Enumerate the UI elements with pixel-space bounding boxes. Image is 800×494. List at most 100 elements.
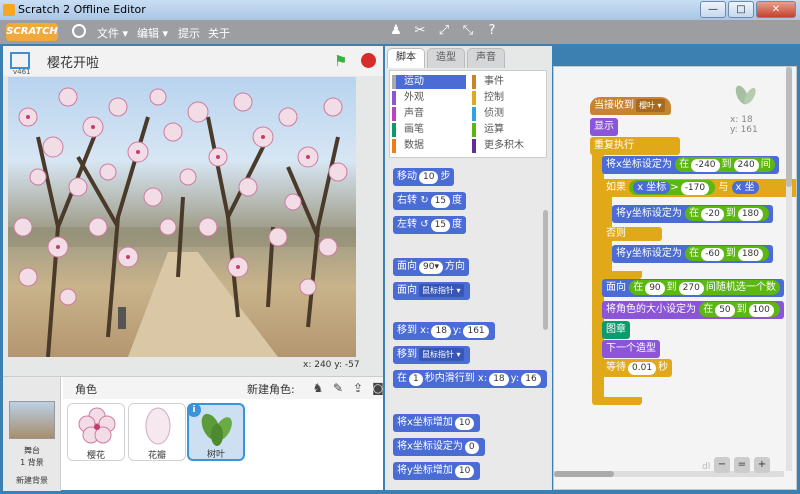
block-show[interactable]: 显示 (590, 118, 618, 136)
block-input[interactable]: 10 (454, 417, 475, 430)
palette-scrollbar[interactable] (543, 160, 548, 480)
block-dropdown[interactable]: 鼠标指针 ▾ (419, 348, 464, 361)
zoom-out-icon[interactable]: − (714, 457, 730, 473)
help-icon[interactable]: ? (484, 23, 500, 39)
block-input[interactable]: 0 (464, 441, 479, 454)
block-input[interactable]: 18 (489, 373, 509, 386)
sprite-tile-sakura[interactable]: 樱花 (67, 403, 125, 461)
block-input[interactable]: -170 (680, 182, 710, 195)
block-turn-right[interactable]: 右转 ↻ 15 度 (393, 192, 467, 210)
block-input[interactable]: 10 (419, 171, 439, 184)
block-if-else[interactable]: 如果 x 坐标 > -170 与 x 坐 (602, 179, 796, 197)
script-vscroll-thumb[interactable] (786, 67, 792, 187)
project-title[interactable]: 樱花开啦 (47, 52, 99, 71)
block-set-x-random[interactable]: 将x坐标设定为 在 -240 到 240 间 (602, 156, 779, 174)
tab-costumes[interactable]: 造型 (427, 48, 465, 68)
choose-sprite-icon[interactable]: ♞ (310, 380, 326, 396)
upload-sprite-icon[interactable]: ⇪ (350, 380, 366, 396)
block-input[interactable]: 161 (463, 325, 489, 338)
block-forever[interactable]: 重复执行 (590, 137, 680, 155)
category-control[interactable]: 控制 (472, 91, 544, 105)
block-wait[interactable]: 等待 0.01 秒 (602, 359, 673, 377)
block-stamp[interactable]: 图章 (602, 321, 630, 339)
shrink-icon[interactable]: ⤡ (460, 23, 476, 39)
block-change-x[interactable]: 将x坐标增加 10 (393, 414, 481, 432)
block-point-direction[interactable]: 面向 90▾ 方向 (393, 258, 469, 276)
block-input[interactable]: 90 (645, 282, 665, 295)
block-input[interactable]: 50 (715, 304, 735, 317)
block-set-y-random-1[interactable]: 将y坐标设定为 在 -20 到 180 (612, 205, 773, 223)
green-flag-icon[interactable]: ⚑ (334, 53, 350, 69)
script-area[interactable]: x: 18 y: 161 当接收到 樱叶 ▾ 显示 重复执行 将x坐标设定为 在-… (553, 66, 797, 490)
category-sound[interactable]: 声音 (392, 107, 466, 121)
block-input[interactable]: 15 (430, 219, 451, 232)
script-vertical-scrollbar[interactable] (786, 67, 792, 471)
maximize-button[interactable]: □ (728, 1, 754, 18)
zoom-reset-icon[interactable]: = (734, 457, 750, 473)
block-input[interactable]: 270 (678, 282, 704, 295)
block-point-towards[interactable]: 面向 鼠标指针 ▾ (393, 282, 470, 300)
stop-icon[interactable] (361, 53, 376, 68)
stage-thumbnail[interactable]: 舞台 1 背景 新建背景 (3, 377, 61, 491)
block-goto[interactable]: 移到 鼠标指针 ▾ (393, 346, 470, 364)
menu-edit[interactable]: 编辑 ▾ (137, 25, 168, 41)
palette-scroll-thumb[interactable] (543, 210, 548, 330)
block-glide[interactable]: 在 1 秒内滑行到 x: 18 y: 16 (393, 370, 547, 388)
block-goto-xy[interactable]: 移到 x: 18 y: 161 (393, 322, 495, 340)
camera-icon[interactable]: ◙ (370, 380, 386, 396)
duplicate-icon[interactable]: ♟ (388, 23, 404, 39)
message-dropdown[interactable]: 樱叶 ▾ (636, 99, 665, 112)
block-point-random[interactable]: 面向 在 90 到 270 间随机选一个数 (602, 279, 784, 297)
category-events[interactable]: 事件 (472, 75, 544, 89)
grow-icon[interactable]: ⤢ (436, 23, 452, 39)
close-button[interactable]: ✕ (756, 1, 796, 18)
menu-file[interactable]: 文件 ▾ (97, 25, 128, 41)
block-turn-left[interactable]: 左转 ↺ 15 度 (393, 216, 467, 234)
zoom-in-icon[interactable]: + (754, 457, 770, 473)
block-input[interactable]: 240 (733, 159, 759, 172)
block-input[interactable]: 180 (737, 208, 763, 221)
block-set-y-random-2[interactable]: 将y坐标设定为 在 -60 到 180 (612, 245, 773, 263)
category-sensing[interactable]: 侦测 (472, 107, 544, 121)
block-input[interactable]: -240 (691, 159, 720, 172)
category-looks[interactable]: 外观 (392, 91, 466, 105)
block-when-receive[interactable]: 当接收到 樱叶 ▾ (590, 97, 671, 115)
block-input[interactable]: 10 (454, 465, 475, 478)
menu-about[interactable]: 关于 (208, 25, 230, 41)
block-next-costume[interactable]: 下一个造型 (602, 340, 660, 358)
fullscreen-icon[interactable] (10, 52, 30, 69)
menu-tips[interactable]: 提示 (178, 25, 200, 41)
block-input[interactable]: 180 (737, 248, 763, 261)
minimize-button[interactable]: — (700, 1, 726, 18)
block-set-x[interactable]: 将x坐标设定为 0 (393, 438, 485, 456)
block-dropdown[interactable]: 鼠标指针 ▾ (419, 284, 464, 297)
block-input[interactable]: 15 (430, 195, 451, 208)
tab-scripts[interactable]: 脚本 (387, 48, 425, 68)
category-more-blocks[interactable]: 更多积木 (472, 139, 544, 153)
category-data[interactable]: 数据 (392, 139, 466, 153)
category-operators[interactable]: 运算 (472, 123, 544, 137)
block-set-size[interactable]: 将角色的大小设定为 在 50 到 100 (602, 301, 784, 319)
x-position-reporter-2[interactable]: x 坐 (731, 181, 759, 194)
cut-icon[interactable]: ✂ (412, 23, 428, 39)
script-hscroll-thumb[interactable] (554, 471, 614, 477)
block-input[interactable]: 16 (521, 373, 541, 386)
block-move[interactable]: 移动 10 步 (393, 168, 455, 186)
paint-sprite-icon[interactable]: ✎ (330, 380, 346, 396)
category-pen[interactable]: 画笔 (392, 123, 466, 137)
block-input[interactable]: 18 (431, 325, 451, 338)
globe-icon[interactable] (72, 24, 86, 38)
block-input[interactable]: 100 (748, 304, 774, 317)
info-icon[interactable]: i (187, 403, 201, 417)
tab-sounds[interactable]: 声音 (467, 48, 505, 68)
block-input[interactable]: -20 (701, 208, 724, 221)
sprite-tile-petal[interactable]: 花瓣 (128, 403, 186, 461)
stage-canvas[interactable] (8, 77, 356, 357)
block-input[interactable]: 90▾ (419, 261, 443, 274)
category-motion[interactable]: 运动 (392, 75, 466, 89)
block-input[interactable]: 0.01 (628, 362, 657, 375)
block-change-y[interactable]: 将y坐标增加 10 (393, 462, 481, 480)
x-position-reporter[interactable]: x 坐标 (633, 181, 671, 194)
sprite-tile-leaf[interactable]: i 树叶 (187, 403, 245, 461)
block-input[interactable]: 1 (409, 373, 423, 386)
